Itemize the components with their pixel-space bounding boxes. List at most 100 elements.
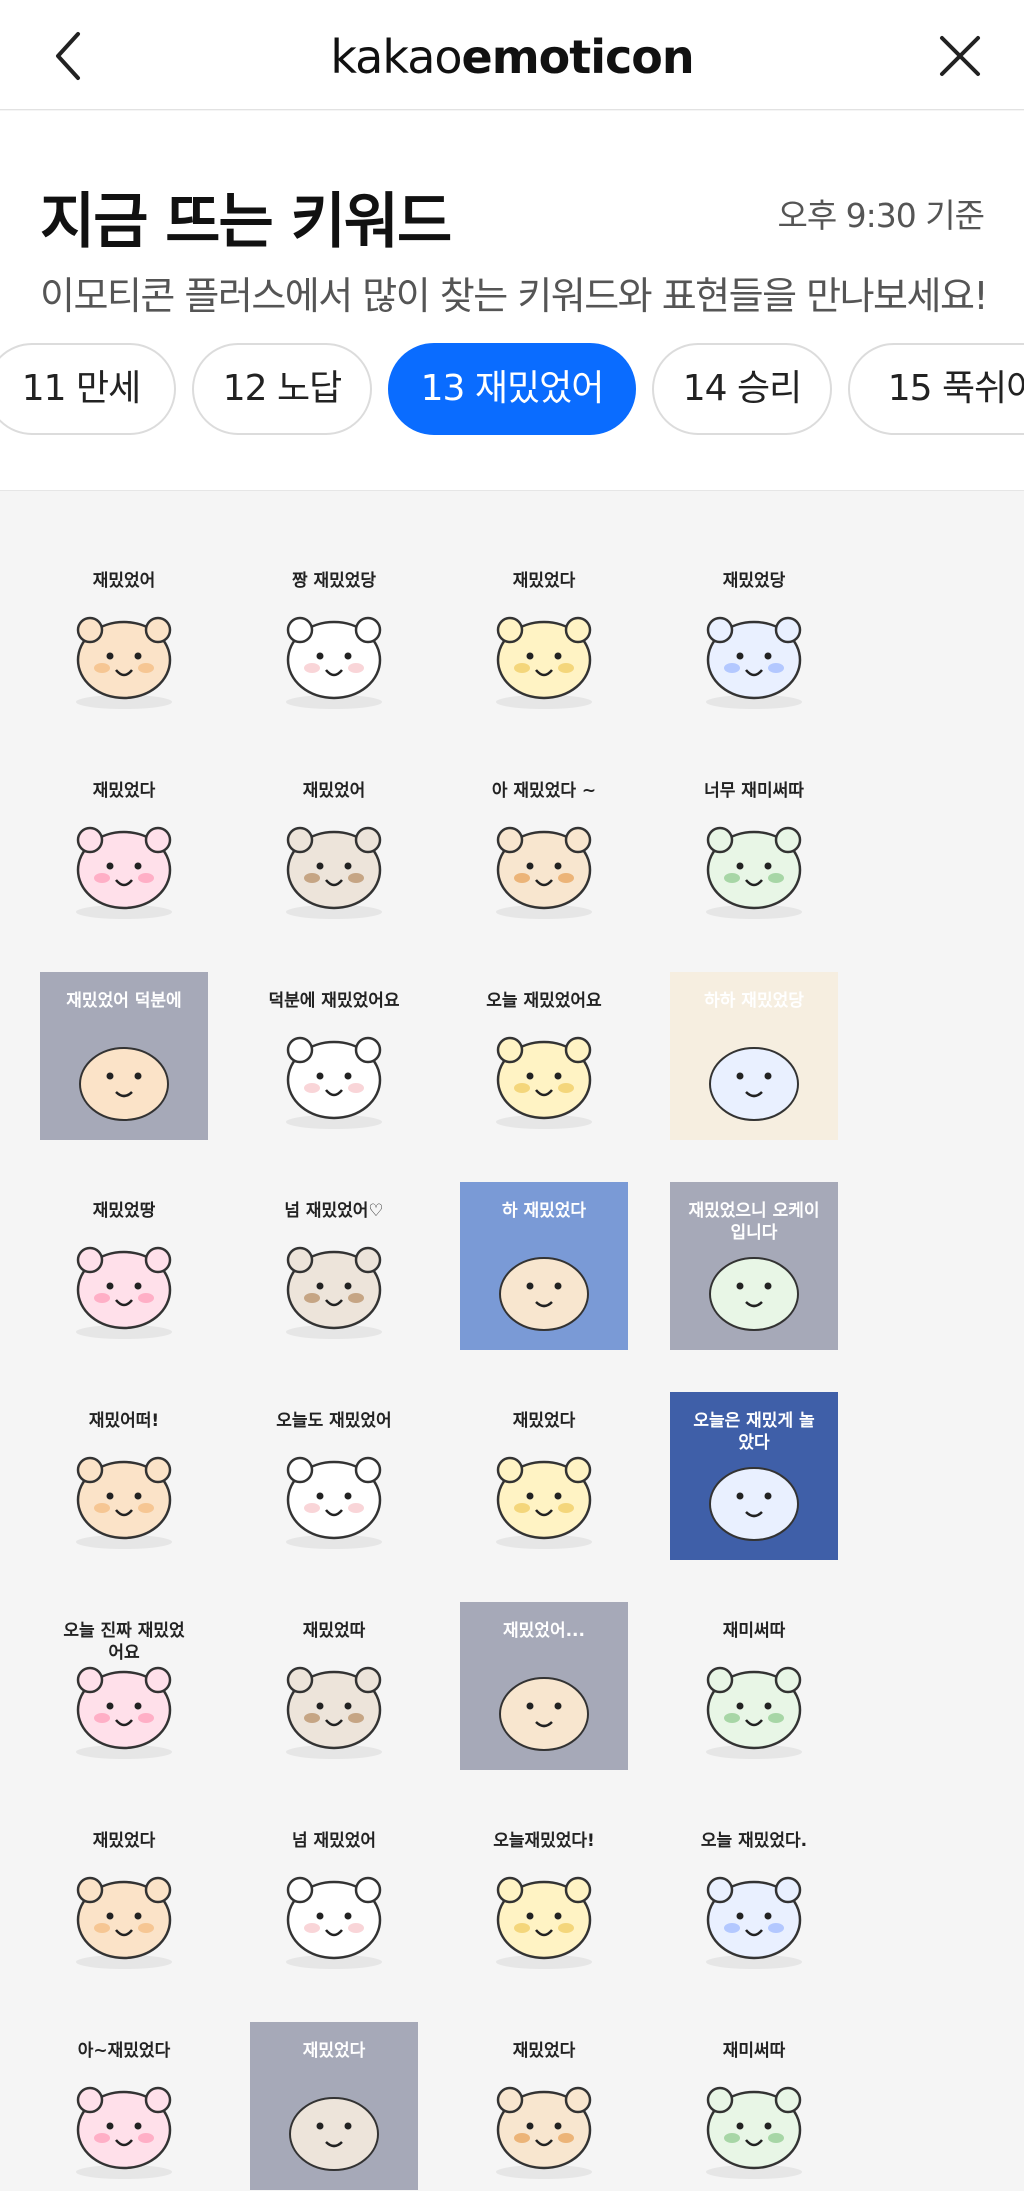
emoticon-man-thumbs-up-icon: 재밌었으니 오케이입니다 <box>670 1182 838 1350</box>
emoticon-tile[interactable]: 재밌었어 덕분에 <box>40 972 208 1140</box>
emoticon-tile[interactable]: 재밌었다 <box>460 2022 628 2190</box>
emoticon-caption: 재밌었다 <box>513 570 576 591</box>
emoticon-shiba-dog-icon: 재밌었따 <box>286 1620 382 1759</box>
emoticon-ghost-poke-icon: 오늘 재밌었다. <box>701 1830 807 1969</box>
emoticon-tile[interactable]: 넘 재밌었어♡ <box>250 1182 418 1350</box>
emoticon-tile[interactable]: 재밌었으니 오케이 입니다 <box>670 1182 838 1350</box>
emoticon-dancing-bear-icon: 아 재밌었다 ~ <box>492 780 596 919</box>
emoticon-caption: 재밌었다 <box>513 1410 576 1431</box>
emoticon-caption: 오늘 재밌었어요 <box>486 990 602 1011</box>
emoticon-caption: 오늘 진짜 재밌었 <box>63 1620 185 1641</box>
emoticon-tile[interactable]: 오늘 재밌었어요 <box>460 972 628 1140</box>
emoticon-tile[interactable]: 오늘도 재밌었어 <box>250 1392 418 1560</box>
emoticon-tile[interactable]: 넘 재밌었어 <box>250 1812 418 1980</box>
emoticon-tile[interactable]: 재밌었다 <box>250 2022 418 2190</box>
update-timestamp: 오후 9:30 기준 <box>777 196 985 235</box>
emoticon-caption: 아~재밌었다 <box>78 2040 171 2061</box>
emoticon-white-bear-hearts-icon: 덕분에 재밌었어요 <box>268 990 400 1129</box>
keyword-chip-15[interactable]: 15 푹쉬어 <box>848 343 1024 435</box>
brand-logo: kakaoemoticon <box>0 30 1024 84</box>
keyword-chip-11[interactable]: 11 만세 <box>0 343 176 435</box>
emoticon-caption: 재밌었다 <box>303 2040 366 2061</box>
emoticon-tile[interactable]: 오늘은 재밌게 놀 았다 <box>670 1392 838 1560</box>
emoticon-woman-thumbs-up-icon: 재밌었다 <box>250 2022 418 2190</box>
emoticon-kids-drawing-icon: 오늘은 재밌게 놀았다 <box>670 1392 838 1560</box>
close-icon <box>940 36 980 76</box>
emoticon-tile[interactable]: 재미써따 <box>670 2022 838 2190</box>
emoticon-bear-writing-icon: 재밌었어 <box>76 570 172 709</box>
keyword-chip-12[interactable]: 12 노답 <box>192 343 372 435</box>
emoticon-caption: 재밌었어 <box>303 780 366 801</box>
emoticon-tile[interactable]: 재밌었다 <box>40 1812 208 1980</box>
brand-logo-kakao: kakao <box>330 30 462 84</box>
emoticon-caption: 재밌어떠! <box>89 1411 159 1431</box>
emoticon-caption: 하 재밌었다 <box>502 1200 586 1221</box>
emoticon-tile[interactable]: 아~재밌었다 <box>40 2022 208 2190</box>
close-button[interactable] <box>930 26 990 86</box>
emoticon-caption: 재밌었어... <box>503 1620 585 1641</box>
emoticon-tile[interactable]: 재밌었당 <box>670 552 838 720</box>
emoticon-tile[interactable]: 오늘 재밌었다. <box>670 1812 838 1980</box>
emoticon-caption: 재밌었으니 오케이 <box>688 1200 819 1221</box>
emoticon-tile[interactable]: 재밌었어 <box>40 552 208 720</box>
keyword-chip-14[interactable]: 14 승리 <box>652 343 832 435</box>
emoticon-caption: 재밌었다 <box>513 2040 576 2061</box>
emoticon-tile[interactable]: 너무 재미써따 <box>670 762 838 930</box>
emoticon-caption: 오늘재밌었다! <box>493 1830 595 1851</box>
emoticon-caption: 재밌었다 <box>93 1830 156 1851</box>
emoticon-caption: 재밌었어 <box>93 570 156 591</box>
emoticon-tile[interactable]: 하 재밌었다 <box>460 1182 628 1350</box>
emoticon-hamster-green-icon: 재밌었다 <box>496 2040 592 2179</box>
emoticon-cat-wizard-book-icon: 재밌었땅 <box>76 1200 172 1339</box>
emoticon-hamster-bubble-icon: 재밌어떠! <box>76 1411 172 1549</box>
emoticon-caption: 너무 재미써따 <box>704 781 804 801</box>
emoticon-tile[interactable]: 하하 재밌었당 <box>670 972 838 1140</box>
emoticon-tile[interactable]: 재밌었어 <box>250 762 418 930</box>
emoticon-yellow-chick-icon: 아~재밌었다 <box>76 2040 172 2179</box>
emoticon-tile[interactable]: 재밌었땅 <box>40 1182 208 1350</box>
emoticon-cloud-bird-icon: 넘 재밌었어 <box>286 1830 382 1969</box>
emoticon-caption: 아 재밌었다 ~ <box>492 780 596 801</box>
emoticon-caption-line2: 어요 <box>108 1643 140 1663</box>
emoticon-sunset-cat-icon: 재밌었어 덕분에 <box>40 972 208 1140</box>
emoticon-cheering-ghost-icon: 오늘재밌었다! <box>493 1830 595 1969</box>
emoticon-caption: 재밌었따 <box>303 1620 366 1641</box>
emoticon-two-chicks-icon: 오늘도 재밌었어 <box>276 1410 392 1549</box>
emoticon-blue-ghost-night-icon: 재밌었어... <box>460 1602 628 1770</box>
emoticon-tile[interactable]: 재미써따 <box>670 1602 838 1770</box>
keyword-chip-list[interactable]: 11 만세 12 노답 13 재밌었어 14 승리 15 푹쉬어 <box>0 343 1024 435</box>
emoticon-orange-cat-icon: 하 재밌었다 <box>460 1182 628 1350</box>
emoticon-caption: 오늘 재밌었다. <box>701 1830 807 1851</box>
keyword-chip-13[interactable]: 13 재밌었어 <box>388 343 636 435</box>
emoticon-caption: 오늘도 재밌었어 <box>276 1410 391 1431</box>
emoticon-tile[interactable]: 덕분에 재밌었어요 <box>250 972 418 1140</box>
emoticon-white-bear-sparkle-icon: 재밌었당 <box>706 570 802 709</box>
emoticon-tile[interactable]: 오늘 진짜 재밌었 어요 <box>40 1602 208 1770</box>
emoticon-caption-line2: 았다 <box>738 1433 770 1453</box>
emoticon-puppy-board-icon: 너무 재미써따 <box>704 781 804 919</box>
emoticon-gray-animal-sofa-icon: 하하 재밌었당 <box>670 972 838 1140</box>
emoticon-bear-bag-icon: 오늘 재밌었어요 <box>486 990 602 1129</box>
emoticon-caption: 덕분에 재밌었어요 <box>268 990 399 1011</box>
emoticon-hamster-drawing-icon: 재미써따 <box>706 2041 802 2179</box>
emoticon-tile[interactable]: 오늘재밌었다! <box>460 1812 628 1980</box>
emoticon-hamster-sleeping-icon: 짱 재밌었당 <box>286 570 382 709</box>
trending-header: 지금 뜨는 키워드 오후 9:30 기준 이모티콘 플러스에서 많이 찾는 키워… <box>0 111 1024 491</box>
emoticon-two-flowers-icon: 오늘 진짜 재밌었어요 <box>63 1620 185 1759</box>
emoticon-caption: 재밌었당 <box>723 570 786 591</box>
emoticon-tile[interactable]: 재밌었다 <box>460 552 628 720</box>
emoticon-caption: 재미써따 <box>723 1621 786 1641</box>
emoticon-tile[interactable]: 재밌었어... <box>460 1602 628 1770</box>
emoticon-tile[interactable]: 재밌어떠! <box>40 1392 208 1560</box>
emoticon-cloud-puppy-icon: 재밌었다 <box>496 1410 592 1549</box>
emoticon-caption: 재밌었땅 <box>93 1200 156 1221</box>
emoticon-tile[interactable]: 재밌었다 <box>460 1392 628 1560</box>
page-subtitle: 이모티콘 플러스에서 많이 찾는 키워드와 표현들을 만나보세요! <box>40 274 989 318</box>
emoticon-tile[interactable]: 짱 재밌었당 <box>250 552 418 720</box>
emoticon-tile[interactable]: 재밌었따 <box>250 1602 418 1770</box>
emoticon-pink-bear-icon: 재밌었다 <box>76 1830 172 1969</box>
emoticon-round-face-icon: 넘 재밌었어♡ <box>284 1200 384 1339</box>
brand-logo-emoticon: emoticon <box>461 30 695 84</box>
emoticon-tile[interactable]: 재밌었다 <box>40 762 208 930</box>
emoticon-tile[interactable]: 아 재밌었다 ~ <box>460 762 628 930</box>
